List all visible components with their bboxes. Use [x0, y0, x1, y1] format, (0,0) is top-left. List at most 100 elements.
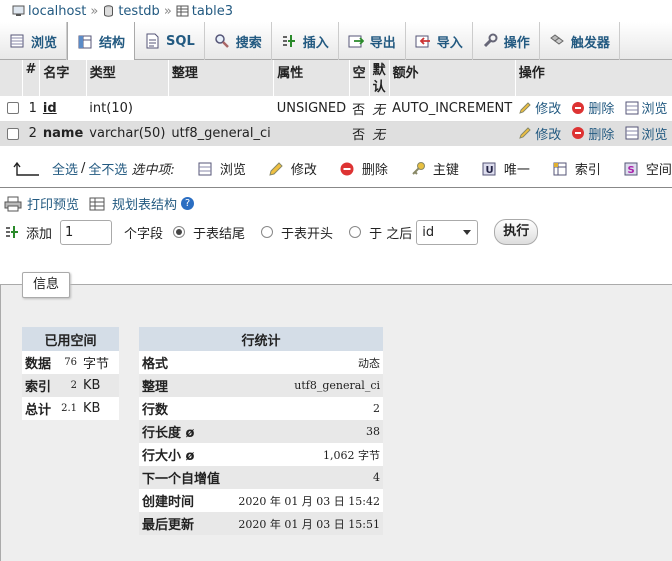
bulk-index-button[interactable]: 索引	[552, 159, 601, 178]
structure-icon	[78, 35, 92, 48]
edit-action[interactable]: 修改	[518, 124, 561, 143]
position-after-option[interactable]: 于 之后	[349, 223, 412, 242]
tab-bar: 浏览 结构 SQL 搜索 插入 导出 导入 操作 触发器	[0, 22, 672, 61]
col-header-default: 默认	[369, 60, 390, 96]
spatial-icon: S	[624, 162, 638, 176]
drop-action[interactable]: 删除	[571, 124, 614, 143]
field-collation: utf8_general_ci	[168, 121, 274, 146]
col-header-name[interactable]: 名字	[39, 60, 87, 96]
space-usage-header: 已用空间	[22, 327, 119, 351]
table-row: 总计 2.1 KB	[22, 397, 119, 420]
browse-icon	[198, 162, 212, 175]
pencil-icon	[519, 127, 531, 139]
pencil-icon	[269, 161, 283, 176]
browse-icon	[625, 126, 639, 140]
col-header-action: 操作	[515, 60, 672, 96]
field-num: 2	[22, 121, 40, 146]
breadcrumb-database[interactable]: testdb	[118, 4, 159, 19]
breadcrumb-separator: »	[90, 3, 99, 19]
table-icon	[176, 5, 189, 17]
pencil-icon	[519, 101, 531, 114]
bulk-browse-button[interactable]: 浏览	[197, 159, 246, 178]
delete-icon	[572, 127, 585, 139]
radio-button[interactable]	[173, 226, 186, 238]
add-label: 添加	[26, 226, 53, 242]
bulk-drop-button[interactable]: 删除	[339, 159, 388, 178]
breadcrumb-table[interactable]: table3	[192, 4, 233, 19]
position-start-option[interactable]: 于表开头	[261, 223, 333, 242]
table-row: 行数 2	[139, 397, 383, 420]
row-checkbox[interactable]	[7, 127, 19, 140]
table-row: 整理 utf8_general_ci	[139, 374, 383, 397]
browse-action[interactable]: 浏览	[625, 124, 668, 143]
sql-icon	[146, 33, 159, 49]
propose-structure-link[interactable]: 规划表结构	[112, 194, 177, 213]
tab-sql[interactable]: SQL	[135, 22, 205, 60]
table-row: 下一个自增值 4	[139, 466, 383, 489]
bulk-unique-button[interactable]: U 唯一	[481, 159, 530, 178]
field-type: varchar(50)	[86, 121, 169, 146]
drop-action[interactable]: 删除	[571, 98, 614, 117]
with-selected-label: 选中项:	[131, 163, 175, 178]
server-icon	[12, 5, 25, 16]
trigger-icon	[549, 34, 564, 45]
tab-triggers[interactable]: 触发器	[540, 22, 620, 60]
field-null: 否	[349, 121, 370, 146]
propose-structure-icon	[89, 197, 105, 210]
bulk-divider: /	[81, 161, 86, 176]
table-row: 索引 2 KB	[22, 374, 119, 397]
col-header-num: #	[22, 60, 41, 96]
tab-export[interactable]: 导出	[339, 22, 406, 60]
browse-action[interactable]: 浏览	[625, 98, 668, 117]
field-default: 无	[369, 121, 390, 146]
bulk-edit-button[interactable]: 修改	[268, 159, 317, 178]
tab-insert[interactable]: 插入	[272, 22, 339, 60]
export-icon	[348, 35, 364, 48]
help-icon[interactable]: ?	[181, 197, 195, 210]
table-row: 行长度 ø 38	[139, 420, 383, 443]
field-default: 无	[369, 96, 390, 122]
row-checkbox[interactable]	[7, 102, 19, 115]
table-row: 2 name varchar(50) utf8_general_ci 否 无 修…	[0, 121, 672, 146]
tab-operations[interactable]: 操作	[473, 22, 540, 60]
edit-action[interactable]: 修改	[518, 98, 561, 117]
position-end-option[interactable]: 于表结尾	[173, 223, 245, 242]
key-icon	[412, 161, 425, 175]
after-field-select[interactable]: id	[416, 219, 479, 245]
field-null: 否	[349, 96, 370, 122]
col-header-extra: 额外	[389, 60, 516, 96]
index-icon	[553, 162, 567, 175]
table-row: 最后更新 2020 年 01 月 03 日 15:51	[139, 512, 383, 535]
radio-button[interactable]	[261, 226, 274, 238]
select-all-link[interactable]: 全选	[52, 159, 78, 178]
breadcrumb-server[interactable]: localhost	[28, 4, 86, 19]
info-legend: 信息	[22, 272, 71, 298]
bulk-spatial-button[interactable]: S 空间	[623, 159, 672, 178]
radio-button[interactable]	[349, 226, 362, 238]
table-row: 行大小 ø 1,062 字节	[139, 443, 383, 466]
tab-search[interactable]: 搜索	[205, 22, 272, 60]
table-row: 1 id int(10) UNSIGNED 否 无 AUTO_INCREMENT…	[0, 96, 672, 122]
breadcrumb-separator: »	[163, 3, 172, 19]
field-collation	[168, 96, 274, 122]
deselect-all-link[interactable]: 全不选	[88, 159, 127, 178]
add-column-icon	[6, 226, 18, 238]
go-button[interactable]: 执行	[494, 219, 539, 245]
field-type: int(10)	[86, 96, 169, 122]
tab-structure[interactable]: 结构	[67, 22, 136, 61]
wrench-icon	[483, 33, 498, 48]
bulk-primary-button[interactable]: 主键	[410, 159, 459, 178]
field-attributes: UNSIGNED	[273, 96, 350, 122]
row-statistics-header: 行统计	[139, 327, 383, 351]
svg-text:S: S	[627, 165, 634, 176]
tab-import[interactable]: 导入	[406, 22, 473, 60]
unique-icon: U	[482, 162, 496, 176]
tab-browse[interactable]: 浏览	[0, 22, 68, 60]
print-view-link[interactable]: 打印预览	[27, 194, 79, 213]
browse-icon	[625, 101, 639, 114]
breadcrumb: localhost » testdb » table3	[0, 0, 672, 22]
field-extra	[389, 121, 516, 146]
space-usage-table: 已用空间 数据 76 字节 索引 2 KB 总计 2.1 KB	[22, 327, 119, 420]
field-count-input[interactable]: 1	[60, 219, 113, 245]
structure-header-row: # 名字 类型 整理 属性 空 默认 额外 操作	[0, 60, 672, 96]
